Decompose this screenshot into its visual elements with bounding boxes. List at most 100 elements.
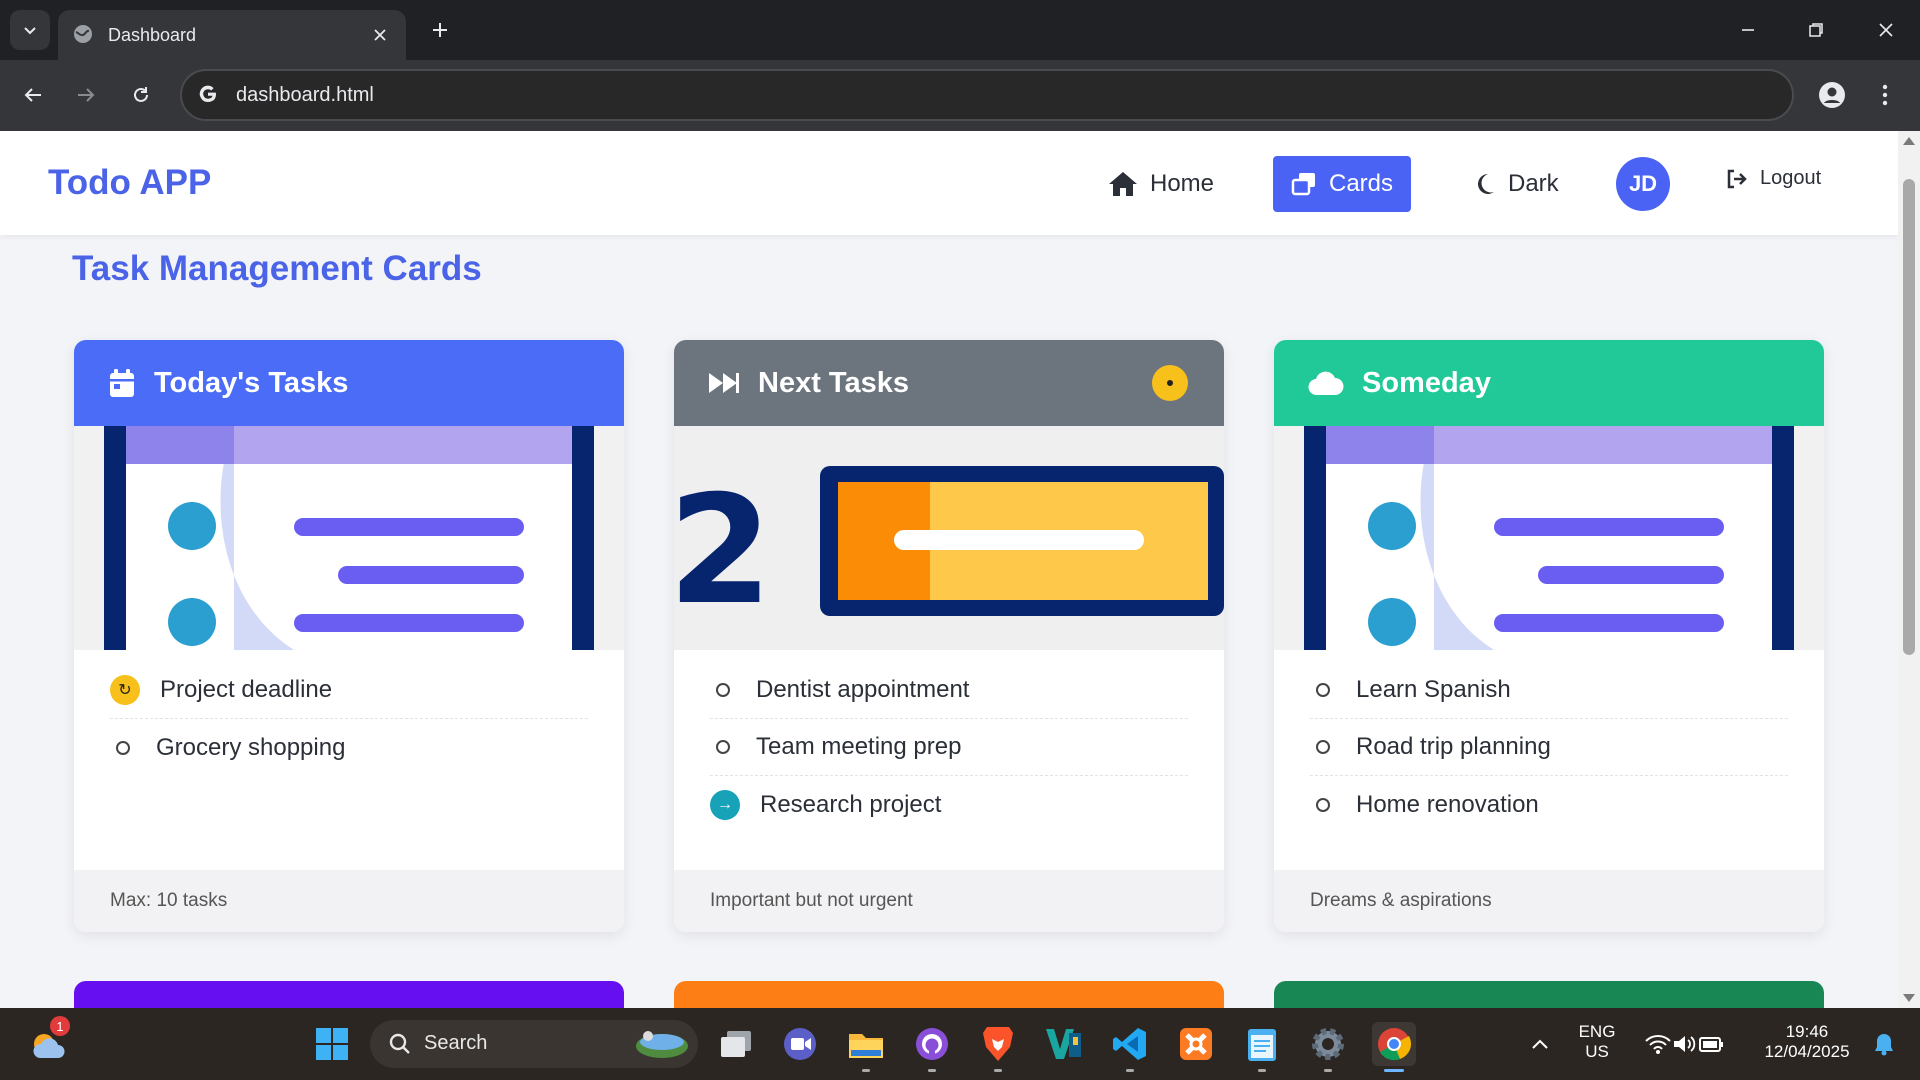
task-label: Grocery shopping [156,733,346,761]
card-footer: Important but not urgent [674,870,1224,932]
restore-button[interactable] [1794,10,1838,50]
weather-widget[interactable]: 1 [26,1016,70,1066]
arrow-left-icon [24,88,41,102]
clock[interactable]: 19:46 12/04/2025 [1752,1022,1862,1062]
circle-icon [1316,683,1330,697]
calendar-icon [110,369,134,397]
forward-button[interactable] [68,77,104,113]
card-todays-tasks: Today's Tasks ↻ Project deadline Grocery… [74,340,624,932]
windows-icon [316,1028,348,1060]
nav-home[interactable]: Home [1090,156,1232,212]
clock-date: 12/04/2025 [1764,1042,1850,1061]
search-highlight-icon [636,1031,688,1058]
card-illustration [74,426,624,650]
close-window-button[interactable] [1864,10,1908,50]
status-dot-icon[interactable] [1152,365,1188,401]
task-item[interactable]: Road trip planning [1310,719,1788,776]
running-indicator [1258,1069,1266,1072]
vscode-app[interactable] [1108,1022,1152,1072]
show-hidden-icons-button[interactable] [1518,1022,1562,1066]
scrollbar-thumb[interactable] [1903,179,1915,655]
card-header: Next Tasks [674,340,1224,426]
running-indicator [1324,1069,1332,1072]
close-icon [1879,23,1893,37]
task-item[interactable]: Learn Spanish [1310,662,1788,719]
search-icon [389,1033,410,1054]
teams-app[interactable] [778,1022,822,1066]
nav-cards-label: Cards [1329,170,1394,197]
chrome-app[interactable] [1372,1022,1416,1072]
tab-title: Dashboard [108,25,197,45]
volume-icon [1674,1036,1696,1052]
system-tray-network-volume[interactable] [1630,1022,1740,1066]
task-item[interactable]: → Research project [710,776,1188,833]
task-item[interactable]: Dentist appointment [710,662,1188,719]
language-line1: ENG [1578,1022,1616,1041]
xampp-app[interactable] [1174,1022,1218,1066]
gear-icon [1312,1028,1344,1060]
logout-icon [1727,169,1747,188]
page-scrollbar[interactable] [1898,131,1920,1008]
app-brand[interactable]: Todo APP [48,163,211,203]
browser-menu-button[interactable] [1870,77,1900,113]
task-view-icon [721,1031,751,1057]
task-item[interactable]: Home renovation [1310,776,1788,833]
task-view-button[interactable] [714,1022,758,1066]
user-avatar[interactable]: JD [1616,157,1670,211]
language-line2: US [1585,1042,1609,1061]
nav-dark-toggle[interactable]: Dark [1456,156,1577,212]
google-icon [196,82,220,110]
start-button[interactable] [310,1022,354,1066]
file-explorer-app[interactable] [844,1022,888,1072]
github-app[interactable] [910,1022,954,1072]
task-item[interactable]: ↻ Project deadline [110,662,588,719]
card-next-row-3 [1274,981,1824,1008]
profile-button[interactable] [1814,77,1850,113]
address-bar[interactable]: dashboard.html [180,69,1794,121]
visual-paradigm-app[interactable] [1042,1022,1086,1066]
reload-button[interactable] [123,77,159,113]
circle-icon [116,740,130,755]
taskbar-search[interactable]: Search [370,1020,698,1068]
scroll-up-arrow[interactable] [1903,137,1915,145]
page-viewport: Todo APP Home Cards Dark JD Logout Task … [0,131,1898,1008]
logout-button[interactable]: Logout [1726,167,1821,190]
task-label: Project deadline [160,676,333,703]
back-button[interactable] [15,77,51,113]
battery-icon [1699,1037,1723,1052]
running-indicator [1126,1069,1134,1072]
user-icon [1819,82,1845,108]
task-item[interactable]: Team meeting prep [710,719,1188,776]
minimize-button[interactable] [1726,10,1770,50]
browser-tab-active[interactable]: Dashboard [58,10,406,60]
running-indicator [862,1069,870,1072]
brave-browser-app[interactable] [976,1022,1020,1072]
arrow-right-icon: → [710,789,740,820]
logout-label: Logout [1760,167,1822,189]
task-item[interactable]: Grocery shopping [110,719,588,776]
cards-icon [1291,173,1315,196]
notifications-button[interactable] [1864,1022,1904,1066]
search-label: Search [424,1032,488,1054]
card-next-row-2 [674,981,1224,1008]
language-indicator[interactable]: ENG US [1572,1022,1622,1062]
card-someday: Someday Learn Spanish Road trip planning… [1274,340,1824,932]
card-footer: Dreams & aspirations [1274,870,1824,932]
card-header: Someday [1274,340,1824,426]
restore-icon [1809,23,1823,37]
scroll-down-arrow[interactable] [1903,994,1915,1002]
notepad-app[interactable] [1240,1022,1284,1072]
tab-search-button[interactable] [10,10,50,50]
task-list: ↻ Project deadline Grocery shopping [110,662,588,776]
running-indicator [928,1069,936,1072]
globe-icon [72,23,94,49]
nav-cards[interactable]: Cards [1273,156,1412,212]
clock-time: 19:46 [1785,1022,1829,1041]
new-tab-button[interactable] [424,14,456,46]
vp-icon [1046,1029,1081,1059]
task-list: Learn Spanish Road trip planning Home re… [1310,662,1788,833]
settings-app[interactable] [1306,1022,1350,1072]
github-icon [916,1028,948,1060]
brave-lion-icon [983,1027,1013,1061]
close-tab-icon[interactable] [366,21,394,49]
